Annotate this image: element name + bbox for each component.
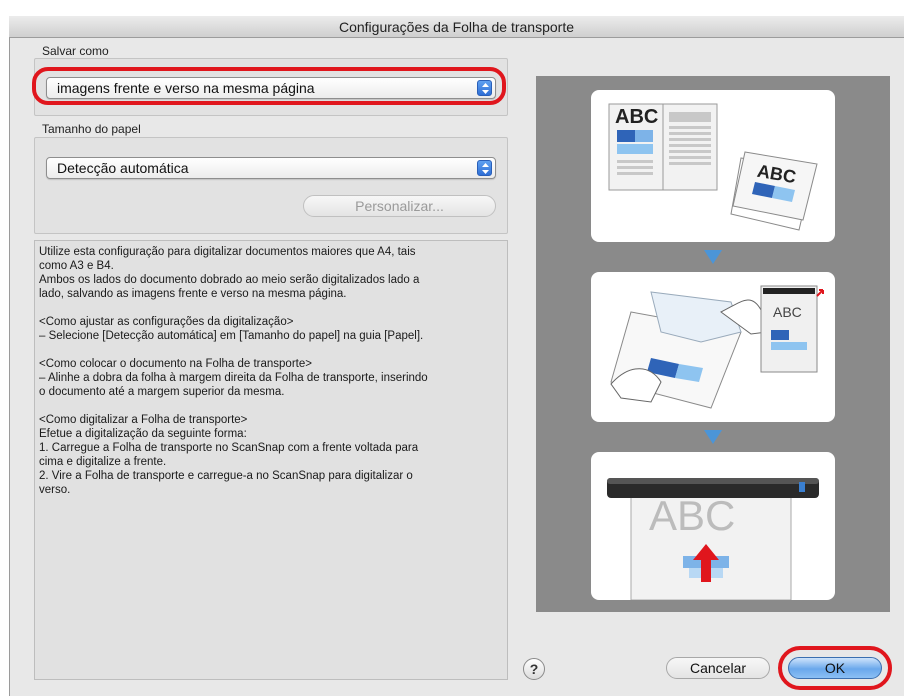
ok-highlight xyxy=(778,646,892,690)
down-arrow-icon xyxy=(704,250,722,264)
window-title: Configurações da Folha de transporte xyxy=(9,16,904,38)
description-line: cima e digitalize a frente. xyxy=(39,456,167,468)
description-line: lado, salvando as imagens frente e verso… xyxy=(39,288,347,300)
panel3-doc-text: ABC xyxy=(649,492,736,539)
description-line xyxy=(39,399,503,413)
help-button[interactable]: ? xyxy=(523,658,545,680)
description-line: verso. xyxy=(39,484,71,496)
down-arrow-icon xyxy=(704,430,722,444)
step-panel-scan: ABC xyxy=(591,452,835,600)
dialog-window: Configurações da Folha de transporte Sal… xyxy=(0,0,904,696)
description-line: Utilize esta configuração para digitaliz… xyxy=(39,246,416,258)
description-line: <Como digitalizar a Folha de transporte> xyxy=(39,414,248,426)
preview-illustration: ABC ABC ABC ABC xyxy=(536,76,890,612)
description-line: o documento até a margem superior da mes… xyxy=(39,386,285,398)
save-as-label: Salvar como xyxy=(42,44,109,58)
paper-size-group xyxy=(34,137,508,234)
description-line: – Alinhe a dobra da folha à margem direi… xyxy=(39,372,428,384)
description-text-area: Utilize esta configuração para digitaliz… xyxy=(34,240,508,680)
description-line: <Como ajustar as configurações da digita… xyxy=(39,316,294,328)
description-line: 1. Carregue a Folha de transporte no Sca… xyxy=(39,442,419,454)
paper-size-popup[interactable]: Detecção automática xyxy=(46,157,496,179)
description-line: Ambos os lados do documento dobrado ao m… xyxy=(39,274,420,286)
insert-document-illustration xyxy=(610,285,824,409)
description-line xyxy=(39,343,503,357)
cancel-button[interactable]: Cancelar xyxy=(666,657,770,679)
panel1-doc-text: ABC xyxy=(615,106,659,128)
save-as-highlight xyxy=(32,67,506,105)
description-line: Efetue a digitalização da seguinte forma… xyxy=(39,428,247,440)
popup-arrows-icon xyxy=(477,160,492,176)
panel2-doc-text: ABC xyxy=(773,304,802,320)
step-panel-folded-document: ABC ABC xyxy=(591,90,835,242)
description-line: – Selecione [Detecção automática] em [Ta… xyxy=(39,330,424,342)
step-panel-insert-document: ABC xyxy=(591,272,835,422)
description-line xyxy=(39,301,503,315)
description-line: <Como colocar o documento na Folha de tr… xyxy=(39,358,312,370)
paper-size-label: Tamanho do papel xyxy=(42,122,141,136)
customize-button[interactable]: Personalizar... xyxy=(303,195,496,217)
description-line: como A3 e B4. xyxy=(39,260,114,272)
paper-size-value: Detecção automática xyxy=(57,160,189,176)
description-line: 2. Vire a Folha de transporte e carregue… xyxy=(39,470,413,482)
